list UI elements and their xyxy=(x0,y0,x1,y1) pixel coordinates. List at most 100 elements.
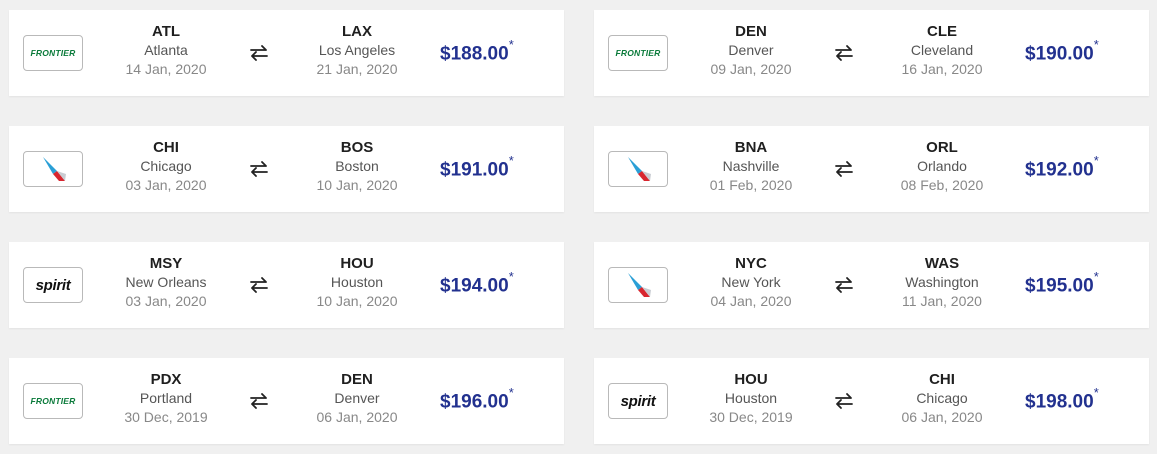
departure-date: 04 Jan, 2020 xyxy=(710,293,792,309)
origin-city: Portland xyxy=(139,390,193,406)
destination-code: LAX xyxy=(342,23,372,40)
flight-deal-card[interactable]: BNA Nashville 01 Feb, 2020 ORL Orlando 0… xyxy=(594,126,1149,212)
flight-deal-card[interactable]: spirit MSY New Orleans 03 Jan, 2020 HOU … xyxy=(9,242,564,328)
origin-code: ATL xyxy=(151,23,181,40)
return-date: 06 Jan, 2020 xyxy=(901,409,983,425)
origin: MSY New Orleans 03 Jan, 2020 xyxy=(96,255,236,311)
flight-deal-card[interactable]: FRONTIER PDX Portland 30 Dec, 2019 DEN D… xyxy=(9,358,564,444)
origin-city: Nashville xyxy=(722,158,780,174)
fare-price: $190.00* xyxy=(1025,37,1099,65)
fare-price: $198.00* xyxy=(1025,385,1099,413)
price-value: $191.00 xyxy=(440,159,509,181)
flight-deal-card[interactable]: FRONTIER DEN Denver 09 Jan, 2020 CLE Cle… xyxy=(594,10,1149,96)
departure-date: 14 Jan, 2020 xyxy=(125,61,207,77)
origin: DEN Denver 09 Jan, 2020 xyxy=(681,23,821,79)
price-value: $195.00 xyxy=(1025,275,1094,297)
return-date: 10 Jan, 2020 xyxy=(316,293,398,309)
departure-date: 09 Jan, 2020 xyxy=(710,61,792,77)
destination-code: ORL xyxy=(926,139,958,156)
round-trip-icon xyxy=(250,161,268,177)
frontier-logo: FRONTIER xyxy=(615,48,661,58)
origin-city: New York xyxy=(721,274,781,290)
destination-city: Cleveland xyxy=(910,42,974,58)
round-trip-icon xyxy=(250,393,268,409)
destination-code: WAS xyxy=(924,255,960,272)
airline-logo: FRONTIER xyxy=(23,35,83,71)
price-value: $198.00 xyxy=(1025,391,1094,413)
destination-code: CLE xyxy=(927,23,957,40)
price-value: $188.00 xyxy=(440,43,509,65)
round-trip-icon xyxy=(835,161,853,177)
origin-city: Atlanta xyxy=(144,42,188,58)
destination: LAX Los Angeles 21 Jan, 2020 xyxy=(287,23,427,79)
flight-deals-grid: FRONTIER ATL Atlanta 14 Jan, 2020 LAX Lo… xyxy=(0,0,1157,454)
destination-city: Washington xyxy=(905,274,979,290)
departure-date: 30 Dec, 2019 xyxy=(124,409,208,425)
round-trip-icon xyxy=(835,393,853,409)
fare-price: $195.00* xyxy=(1025,269,1099,297)
return-date: 08 Feb, 2020 xyxy=(900,177,984,193)
flight-deal-card[interactable]: spirit HOU Houston 30 Dec, 2019 CHI Chic… xyxy=(594,358,1149,444)
airline-logo: spirit xyxy=(608,383,668,419)
american-airlines-logo xyxy=(628,273,651,297)
origin-code: HOU xyxy=(734,371,768,388)
flight-deal-card[interactable]: FRONTIER ATL Atlanta 14 Jan, 2020 LAX Lo… xyxy=(9,10,564,96)
origin-code: PDX xyxy=(150,371,182,388)
round-trip-icon xyxy=(250,277,268,293)
spirit-logo: spirit xyxy=(35,276,71,294)
destination: ORL Orlando 08 Feb, 2020 xyxy=(872,139,1012,195)
round-trip-icon xyxy=(835,277,853,293)
round-trip-icon xyxy=(835,45,853,61)
return-date: 10 Jan, 2020 xyxy=(316,177,398,193)
airline-logo: FRONTIER xyxy=(23,383,83,419)
frontier-logo: FRONTIER xyxy=(30,396,76,406)
destination: CLE Cleveland 16 Jan, 2020 xyxy=(872,23,1012,79)
destination-city: Chicago xyxy=(916,390,968,406)
destination: WAS Washington 11 Jan, 2020 xyxy=(872,255,1012,311)
origin: PDX Portland 30 Dec, 2019 xyxy=(96,371,236,427)
destination-code: BOS xyxy=(340,139,374,156)
origin-city: New Orleans xyxy=(125,274,207,290)
origin: BNA Nashville 01 Feb, 2020 xyxy=(681,139,821,195)
destination-code: HOU xyxy=(340,255,374,272)
return-date: 21 Jan, 2020 xyxy=(316,61,398,77)
price-asterisk: * xyxy=(1093,385,1099,400)
destination-city: Orlando xyxy=(917,158,967,174)
destination-code: DEN xyxy=(341,371,373,388)
price-asterisk: * xyxy=(1093,153,1099,168)
destination-city: Los Angeles xyxy=(318,42,396,58)
airline-logo: FRONTIER xyxy=(608,35,668,71)
price-value: $194.00 xyxy=(440,275,509,297)
destination: BOS Boston 10 Jan, 2020 xyxy=(287,139,427,195)
origin-code: BNA xyxy=(734,139,768,156)
origin: ATL Atlanta 14 Jan, 2020 xyxy=(96,23,236,79)
origin-code: MSY xyxy=(149,255,183,272)
airline-logo: spirit xyxy=(23,267,83,303)
origin-city: Houston xyxy=(724,390,778,406)
destination-code: CHI xyxy=(929,371,955,388)
destination-city: Houston xyxy=(330,274,384,290)
price-asterisk: * xyxy=(1093,269,1099,284)
departure-date: 30 Dec, 2019 xyxy=(709,409,793,425)
origin-city: Chicago xyxy=(140,158,192,174)
origin-code: NYC xyxy=(735,255,767,272)
price-asterisk: * xyxy=(508,153,514,168)
origin-code: DEN xyxy=(735,23,767,40)
round-trip-icon xyxy=(250,45,268,61)
airline-logo xyxy=(608,267,668,303)
origin: CHI Chicago 03 Jan, 2020 xyxy=(96,139,236,195)
origin-city: Denver xyxy=(728,42,774,58)
flight-deal-card[interactable]: CHI Chicago 03 Jan, 2020 BOS Boston 10 J… xyxy=(9,126,564,212)
return-date: 06 Jan, 2020 xyxy=(316,409,398,425)
price-asterisk: * xyxy=(508,269,514,284)
price-value: $196.00 xyxy=(440,391,509,413)
flight-deal-card[interactable]: NYC New York 04 Jan, 2020 WAS Washington… xyxy=(594,242,1149,328)
departure-date: 01 Feb, 2020 xyxy=(709,177,793,193)
airline-logo xyxy=(608,151,668,187)
price-asterisk: * xyxy=(508,37,514,52)
return-date: 16 Jan, 2020 xyxy=(901,61,983,77)
destination-city: Denver xyxy=(334,390,380,406)
destination: CHI Chicago 06 Jan, 2020 xyxy=(872,371,1012,427)
departure-date: 03 Jan, 2020 xyxy=(125,293,207,309)
origin: NYC New York 04 Jan, 2020 xyxy=(681,255,821,311)
